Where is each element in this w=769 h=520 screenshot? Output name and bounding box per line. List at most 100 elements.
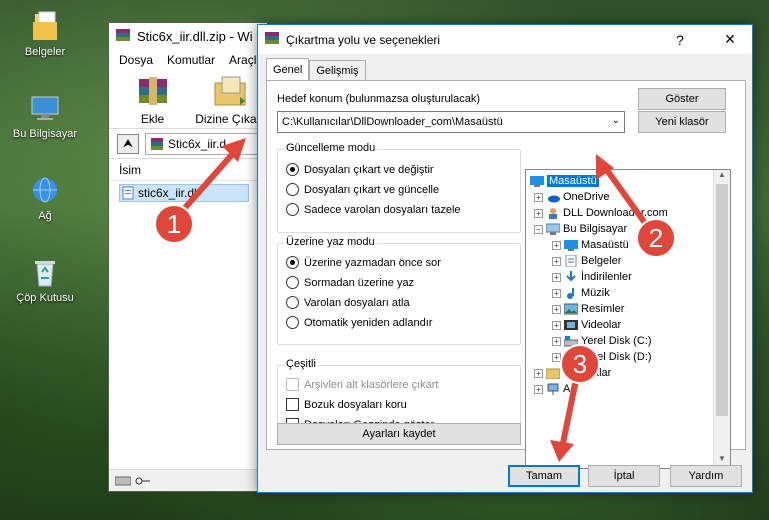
close-button[interactable]: ✕ [708, 25, 752, 54]
destination-label: Hedef konum (bulunmazsa oluşturulacak) [277, 93, 480, 105]
tree-item-this-pc[interactable]: − Bu Bilgisayar [534, 221, 627, 237]
desktop-icon-this-pc[interactable]: Bu Bilgisayar [5, 92, 85, 140]
desktop-icon [564, 240, 578, 251]
tree-label: Masaüstü [581, 239, 629, 251]
option-label: Dosyaları çıkart ve güncelle [304, 183, 440, 196]
radio-button[interactable] [286, 203, 299, 216]
new-folder-button[interactable]: Yeni klasör [638, 111, 726, 133]
tree-item-drive-c[interactable]: + Yerel Disk (C:) [552, 333, 652, 349]
archive-path-field[interactable]: Stic6x_iir.d [145, 132, 267, 155]
tree-label: Bu Bilgisayar [563, 223, 628, 235]
winrar-statusbar [109, 469, 267, 491]
desktop-icon-network[interactable]: Ağ [5, 174, 85, 222]
radio-button[interactable] [286, 163, 299, 176]
tab-general[interactable]: Genel [266, 58, 310, 80]
radio-button[interactable] [286, 296, 299, 309]
dialog-app-icon [264, 30, 280, 49]
folder-documents-icon [29, 10, 61, 42]
update-option-extract-replace[interactable]: Dosyaları çıkart ve değiştir [286, 163, 434, 176]
misc-option-keep-broken[interactable]: Bozuk dosyaları koru [286, 398, 407, 411]
chevron-down-icon: ⌄ [611, 115, 620, 126]
up-arrow-icon: ⮝ [122, 136, 134, 150]
desktop-icon-label: Çöp Kutusu [16, 292, 74, 304]
show-button[interactable]: Göster [638, 88, 726, 110]
tree-scrollbar[interactable]: ▲ ▼ [713, 170, 730, 468]
tree-label: Belgeler [581, 255, 622, 267]
dialog-titlebar[interactable]: Çıkartma yolu ve seçenekleri ? ✕ [258, 25, 752, 54]
add-button-label: Ekle [140, 112, 165, 126]
radio-button[interactable] [286, 183, 299, 196]
radio-button[interactable] [286, 256, 299, 269]
menu-file[interactable]: Dosya [119, 53, 153, 67]
help-button[interactable]: Yardım [670, 465, 742, 487]
menu-commands[interactable]: Komutlar [167, 53, 215, 67]
overwrite-option-skip[interactable]: Varolan dosyaları atla [286, 296, 410, 309]
folder-tree[interactable]: Masaüstü + OneDrive + DLL Downloader.com… [525, 169, 731, 469]
desktop-icon-recycle-bin[interactable]: Çöp Kutusu [5, 256, 85, 304]
scroll-up-icon[interactable]: ▲ [714, 170, 730, 184]
expand-icon[interactable]: + [534, 192, 543, 202]
expand-icon[interactable]: + [552, 304, 561, 314]
extract-to-button[interactable]: Dizine Çıkart [192, 71, 267, 128]
general-tab-panel: Hedef konum (bulunmazsa oluşturulacak) C… [266, 80, 746, 469]
winrar-toolbar: Ekle Dizine Çıkart [109, 71, 267, 129]
expand-icon[interactable]: + [552, 288, 561, 298]
tree-item-pc-desktop[interactable]: + Masaüstü [552, 237, 629, 253]
tab-advanced[interactable]: Gelişmiş [309, 60, 366, 80]
scroll-thumb[interactable] [716, 184, 728, 416]
tree-label: İndirilenler [581, 271, 632, 283]
collapse-icon[interactable]: − [534, 224, 543, 234]
tree-label: Ağ [563, 383, 577, 395]
save-settings-button[interactable]: Ayarları kaydet [277, 423, 521, 445]
expand-icon[interactable]: + [552, 272, 561, 282]
expand-icon[interactable]: + [552, 240, 561, 250]
network-icon [29, 174, 61, 206]
tree-item-documents[interactable]: + Belgeler [552, 253, 621, 269]
overwrite-option-without-prompt[interactable]: Sormadan üzerine yaz [286, 276, 414, 289]
column-header-name[interactable]: İsim [109, 159, 267, 181]
tree-item-downloads[interactable]: + İndirilenler [552, 269, 632, 285]
expand-icon[interactable]: + [552, 320, 561, 330]
expand-icon[interactable]: + [552, 336, 561, 346]
destination-path-value: C:\Kullanıcılar\DllDownloader_com\Masaüs… [282, 116, 503, 128]
destination-path-combo[interactable]: C:\Kullanıcılar\DllDownloader_com\Masaüs… [277, 111, 625, 133]
computer-icon [546, 223, 560, 235]
tree-item-music[interactable]: + Müzik [552, 285, 610, 301]
ok-button[interactable]: Tamam [508, 465, 580, 487]
misc-option-subfolders[interactable]: Arşivleri alt klasörlere çıkart [286, 378, 438, 391]
winrar-app-icon [115, 27, 131, 46]
user-icon [549, 208, 557, 219]
documents-icon [565, 255, 577, 267]
tree-label: Yerel Disk (C:) [581, 335, 652, 347]
checkbox[interactable] [286, 378, 299, 391]
radio-button[interactable] [286, 316, 299, 329]
tree-item-network[interactable]: + Ağ [534, 381, 576, 397]
expand-icon[interactable]: + [552, 256, 561, 266]
tree-label: Müzik [581, 287, 610, 299]
expand-icon[interactable]: + [534, 368, 543, 378]
tree-item-videos[interactable]: + Videolar [552, 317, 621, 333]
expand-icon[interactable]: + [534, 384, 543, 394]
winrar-titlebar[interactable]: Stic6x_iir.dll.zip - Wi [109, 23, 267, 49]
checkbox[interactable] [286, 398, 299, 411]
expand-icon[interactable]: + [534, 208, 543, 218]
tree-item-pictures[interactable]: + Resimler [552, 301, 624, 317]
overwrite-option-ask[interactable]: Üzerine yazmadan önce sor [286, 256, 441, 269]
radio-button[interactable] [286, 276, 299, 289]
update-option-extract-update[interactable]: Dosyaları çıkart ve güncelle [286, 183, 439, 196]
tree-item-onedrive[interactable]: + OneDrive [534, 189, 609, 205]
cancel-button[interactable]: İptal [588, 465, 660, 487]
update-option-freshen[interactable]: Sadece varolan dosyaları tazele [286, 203, 461, 216]
desktop-icon-documents[interactable]: Belgeler [5, 10, 85, 58]
step-badge-2: 2 [636, 218, 676, 258]
column-name-label: İsim [119, 162, 141, 177]
dialog-title: Çıkartma yolu ve seçenekleri [286, 32, 441, 47]
file-row[interactable]: stic6x_iir.dll [119, 184, 249, 202]
add-button[interactable]: Ekle [123, 71, 182, 128]
up-folder-button[interactable]: ⮝ [117, 133, 139, 154]
archive-icon [151, 137, 163, 150]
option-label: Dosyaları çıkart ve değiştir [304, 163, 434, 176]
help-title-button[interactable]: ? [658, 25, 702, 54]
tree-item-desktop[interactable]: Masaüstü [530, 173, 599, 189]
overwrite-option-rename[interactable]: Otomatik yeniden adlandır [286, 316, 432, 329]
